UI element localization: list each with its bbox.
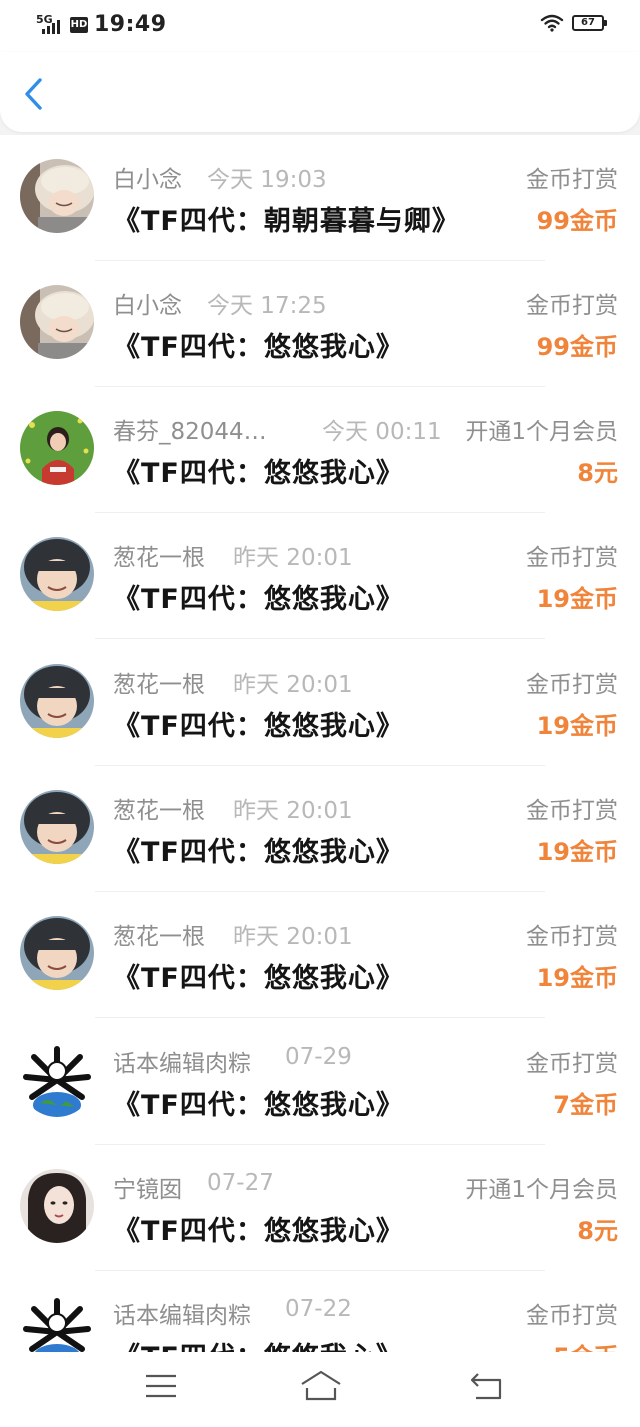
book-title[interactable]: 《TF四代：悠悠我心》 [113, 830, 404, 869]
action-label: 开通1个月会员 [465, 419, 618, 445]
list-item[interactable]: 话本编辑肉粽 07-22 《TF四代：悠悠我心》 金币打赏 5金币 [0, 1271, 640, 1352]
list-item[interactable]: 春芬_82044… 今天 00:11 《TF四代：悠悠我心》 开通1个月会员 8元 [0, 387, 640, 513]
amount-value: 19金币 [536, 964, 618, 992]
amount-value: 5金币 [553, 1337, 618, 1352]
user-name[interactable]: 白小念 [113, 160, 182, 194]
user-name[interactable]: 话本编辑肉粽 [113, 1044, 251, 1078]
list-item[interactable]: 葱花一根 昨天 20:01 《TF四代：悠悠我心》 金币打赏 19金币 [0, 513, 640, 639]
timestamp: 07-22 [285, 1296, 352, 1322]
avatar[interactable] [20, 1043, 94, 1117]
user-name[interactable]: 话本编辑肉粽 [113, 1296, 251, 1330]
action-label: 金币打赏 [526, 167, 618, 193]
book-title[interactable]: 《TF四代：悠悠我心》 [113, 956, 404, 995]
avatar[interactable] [20, 537, 94, 611]
user-name[interactable]: 宁镜囡 [113, 1170, 182, 1204]
avatar[interactable] [20, 664, 94, 738]
chevron-left-icon[interactable] [16, 74, 52, 114]
amount-value: 19金币 [536, 838, 618, 866]
amount-value: 8元 [577, 459, 618, 487]
hd-badge: HD [70, 16, 88, 33]
timestamp: 昨天 20:01 [233, 545, 353, 571]
action-label: 金币打赏 [526, 293, 618, 319]
action-label: 金币打赏 [526, 798, 618, 824]
amount-value: 7金币 [553, 1091, 618, 1119]
list-item[interactable]: 白小念 今天 17:25 《TF四代：悠悠我心》 金币打赏 99金币 [0, 261, 640, 387]
amount-value: 99金币 [536, 207, 618, 235]
book-title[interactable]: 《TF四代：悠悠我心》 [113, 325, 404, 364]
status-bar-right: 67 [540, 14, 607, 32]
list-item[interactable]: 葱花一根 昨天 20:01 《TF四代：悠悠我心》 金币打赏 19金币 [0, 892, 640, 1018]
user-name[interactable]: 白小念 [113, 286, 182, 320]
divider [95, 638, 545, 639]
action-label: 金币打赏 [526, 1051, 618, 1077]
user-name[interactable]: 葱花一根 [113, 917, 205, 951]
reward-list[interactable]: 白小念 今天 19:03 《TF四代：朝朝暮暮与卿》 金币打赏 99金币 白小念 今天 1… [0, 135, 640, 1352]
action-label: 金币打赏 [526, 672, 618, 698]
timestamp: 今天 17:25 [207, 293, 327, 319]
action-label: 金币打赏 [526, 1303, 618, 1329]
divider [95, 1017, 545, 1018]
avatar[interactable] [20, 790, 94, 864]
status-time: 19:49 [94, 12, 167, 37]
avatar[interactable] [20, 1295, 94, 1352]
book-title[interactable]: 《TF四代：朝朝暮暮与卿》 [113, 199, 460, 238]
home-icon[interactable] [299, 1368, 343, 1404]
action-label: 开通1个月会员 [465, 1177, 618, 1203]
timestamp: 今天 00:11 [322, 419, 442, 445]
book-title[interactable]: 《TF四代：悠悠我心》 [113, 1083, 404, 1122]
avatar[interactable] [20, 411, 94, 485]
user-name[interactable]: 春芬_82044… [113, 412, 267, 446]
amount-value: 99金币 [536, 333, 618, 361]
status-bar-left: 5G HD 19:49 [36, 12, 167, 37]
avatar[interactable] [20, 1169, 94, 1243]
page-header [0, 52, 640, 132]
book-title[interactable]: 《TF四代：悠悠我心》 [113, 451, 404, 490]
avatar[interactable] [20, 159, 94, 233]
avatar[interactable] [20, 916, 94, 990]
wifi-icon [540, 14, 564, 32]
amount-value: 19金币 [536, 585, 618, 613]
timestamp: 07-29 [285, 1044, 352, 1070]
timestamp: 昨天 20:01 [233, 672, 353, 698]
list-item[interactable]: 话本编辑肉粽 07-29 《TF四代：悠悠我心》 金币打赏 7金币 [0, 1019, 640, 1145]
book-title[interactable]: 《TF四代：悠悠我心》 [113, 1335, 404, 1352]
status-bar: 5G HD 19:49 67 [0, 0, 640, 52]
book-title[interactable]: 《TF四代：悠悠我心》 [113, 577, 404, 616]
user-name[interactable]: 葱花一根 [113, 538, 205, 572]
menu-icon[interactable] [140, 1368, 182, 1404]
list-item[interactable]: 白小念 今天 19:03 《TF四代：朝朝暮暮与卿》 金币打赏 99金币 [0, 135, 640, 261]
avatar[interactable] [20, 285, 94, 359]
amount-value: 19金币 [536, 712, 618, 740]
battery-icon: 67 [572, 15, 607, 31]
timestamp: 今天 19:03 [207, 167, 327, 193]
book-title[interactable]: 《TF四代：悠悠我心》 [113, 1209, 404, 1248]
user-name[interactable]: 葱花一根 [113, 791, 205, 825]
amount-value: 8元 [577, 1217, 618, 1245]
action-label: 金币打赏 [526, 545, 618, 571]
timestamp: 昨天 20:01 [233, 798, 353, 824]
action-label: 金币打赏 [526, 924, 618, 950]
return-icon[interactable] [466, 1368, 508, 1404]
user-name[interactable]: 葱花一根 [113, 665, 205, 699]
list-item[interactable]: 葱花一根 昨天 20:01 《TF四代：悠悠我心》 金币打赏 19金币 [0, 766, 640, 892]
list-item[interactable]: 宁镜囡 07-27 《TF四代：悠悠我心》 开通1个月会员 8元 [0, 1145, 640, 1271]
timestamp: 昨天 20:01 [233, 924, 353, 950]
timestamp: 07-27 [207, 1170, 274, 1196]
signal-icon: 5G [36, 14, 66, 36]
book-title[interactable]: 《TF四代：悠悠我心》 [113, 704, 404, 743]
battery-level: 67 [581, 17, 595, 28]
list-item[interactable]: 葱花一根 昨天 20:01 《TF四代：悠悠我心》 金币打赏 19金币 [0, 640, 640, 766]
system-nav-bar [0, 1352, 640, 1427]
